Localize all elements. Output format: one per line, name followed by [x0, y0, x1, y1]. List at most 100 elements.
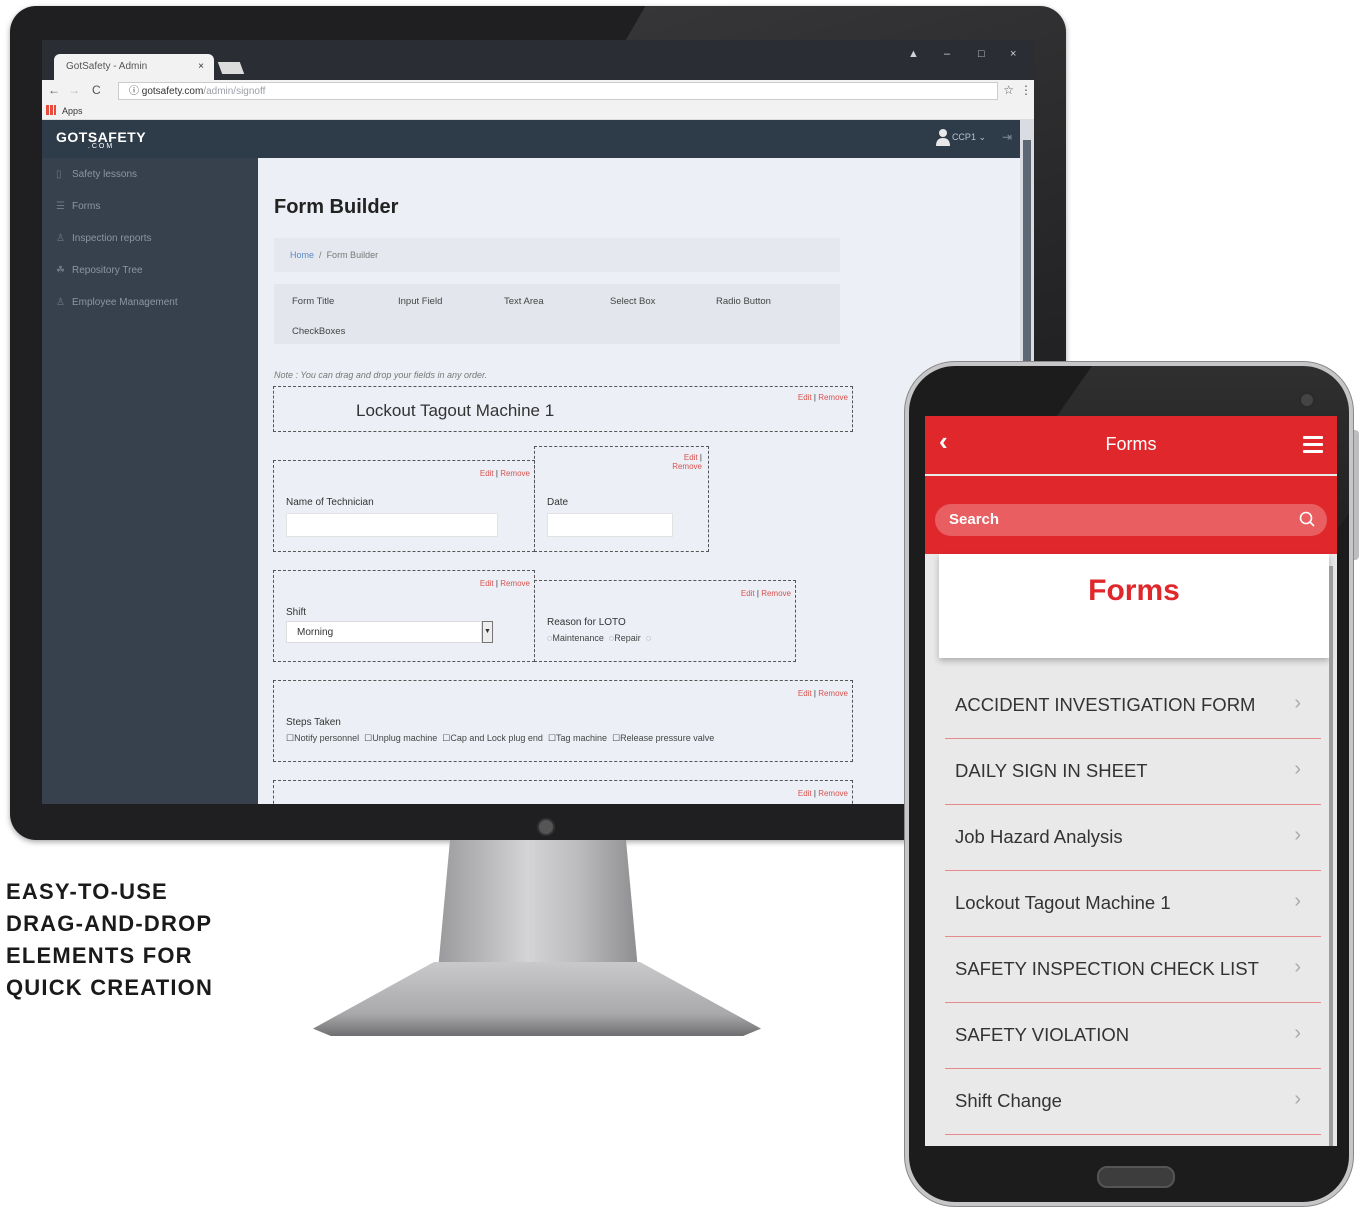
forward-icon[interactable]: →	[68, 83, 80, 97]
checkbox-release-valve[interactable]: ☐Release pressure valve	[612, 733, 714, 743]
next-field[interactable]: Edit | Remove	[273, 780, 853, 804]
list-item[interactable]: Shift Change ›	[945, 1068, 1321, 1135]
gotsafety-logo[interactable]: GOTSAFETY .COM	[56, 129, 146, 150]
technician-input[interactable]	[286, 513, 498, 537]
sidebar-item-repository-tree[interactable]: ☘ Repository Tree	[56, 265, 143, 276]
remove-link[interactable]: Remove	[818, 393, 848, 402]
field-actions: Edit | Remove	[740, 589, 791, 598]
edit-link[interactable]: Edit	[741, 589, 755, 598]
steps-field[interactable]: Edit | Remove Steps Taken ☐Notify person…	[273, 680, 853, 762]
list-item[interactable]: Lockout Tagout Machine 1 ›	[945, 870, 1321, 937]
remove-link[interactable]: Remove	[672, 462, 702, 471]
form-title-field[interactable]: Edit | Remove Lockout Tagout Machine 1	[273, 386, 853, 432]
remove-link[interactable]: Remove	[818, 789, 848, 798]
person-icon: ♙	[56, 233, 65, 244]
sidebar-item-safety-lessons[interactable]: ▯ Safety lessons	[56, 169, 137, 180]
mobile-phone: ‹ Forms Search Forms ACCIDENT INVESTIGAT…	[905, 362, 1353, 1206]
sidebar-item-label: Inspection reports	[72, 233, 152, 244]
checkbox-unplug-machine[interactable]: ☐Unplug machine	[364, 733, 437, 743]
remove-link[interactable]: Remove	[818, 689, 848, 698]
tool-radio-button[interactable]: Radio Button	[716, 296, 771, 307]
tool-input-field[interactable]: Input Field	[398, 296, 442, 307]
edit-link[interactable]: Edit	[684, 453, 698, 462]
remove-link[interactable]: Remove	[761, 589, 791, 598]
radio-repair[interactable]: ◌Repair	[609, 633, 641, 643]
app-header: GOTSAFETY .COM CCP1 ⌄ ⇥	[42, 120, 1020, 158]
new-tab-button[interactable]	[217, 62, 245, 74]
list-item[interactable]: SAFETY VIOLATION ›	[945, 1002, 1321, 1069]
list-item-label: Job Hazard Analysis	[955, 826, 1123, 847]
edit-link[interactable]: Edit	[798, 789, 812, 798]
tool-select-box[interactable]: Select Box	[610, 296, 655, 307]
minimize-icon[interactable]: –	[944, 48, 950, 60]
list-item[interactable]: DAILY SIGN IN SHEET ›	[945, 738, 1321, 805]
tool-checkboxes[interactable]: CheckBoxes	[292, 326, 345, 337]
phone-home-button[interactable]	[1097, 1166, 1175, 1188]
reason-label: Reason for LOTO	[547, 617, 626, 628]
apps-grid-icon	[46, 105, 56, 115]
checkbox-cap-lock[interactable]: ☐Cap and Lock plug end	[442, 733, 543, 743]
chevron-right-icon: ›	[1294, 1088, 1301, 1110]
shift-select[interactable]: Morning ▼	[286, 621, 493, 643]
checkbox-tag-machine[interactable]: ☐Tag machine	[548, 733, 607, 743]
tool-form-title[interactable]: Form Title	[292, 296, 334, 307]
remove-link[interactable]: Remove	[500, 579, 530, 588]
reason-field[interactable]: Edit | Remove Reason for LOTO ◌Maintenan…	[534, 580, 796, 662]
technician-field[interactable]: Edit | Remove Name of Technician	[273, 460, 535, 552]
monitor-screen: GotSafety - Admin × ▲ – □ × ← → C ⓘ gots…	[42, 40, 1034, 804]
apps-link[interactable]: Apps	[62, 106, 83, 116]
tool-text-area[interactable]: Text Area	[504, 296, 544, 307]
breadcrumb-home[interactable]: Home	[290, 250, 314, 260]
phone-scrollbar[interactable]	[1329, 566, 1333, 1146]
user-menu[interactable]: CCP1 ⌄	[952, 132, 986, 143]
phone-camera	[1299, 392, 1315, 408]
radio-maintenance[interactable]: ◌Maintenance	[547, 633, 604, 643]
browser-tab[interactable]: GotSafety - Admin ×	[54, 54, 214, 80]
select-arrow-icon[interactable]: ▼	[482, 621, 493, 643]
edit-link[interactable]: Edit	[480, 469, 494, 478]
phone-search-input[interactable]: Search	[935, 504, 1327, 536]
sidebar-item-employee-management[interactable]: ♙ Employee Management	[56, 297, 178, 308]
field-toolbox: Form Title Input Field Text Area Select …	[274, 284, 840, 344]
address-bar[interactable]: ⓘ gotsafety.com/admin/signoff	[118, 82, 998, 100]
user-profile-icon[interactable]: ▲	[908, 48, 919, 60]
feature-caption: EASY-TO-USE DRAG-AND-DROP ELEMENTS FOR Q…	[6, 876, 266, 1004]
list-item[interactable]: ACCIDENT INVESTIGATION FORM ›	[945, 672, 1321, 739]
book-icon: ▯	[56, 169, 62, 180]
menu-dots-icon[interactable]: ⋮	[1020, 83, 1032, 97]
logout-icon[interactable]: ⇥	[1002, 130, 1012, 144]
date-input[interactable]	[547, 513, 673, 537]
shift-field[interactable]: Edit | Remove Shift Morning ▼	[273, 570, 535, 662]
info-icon: ⓘ	[129, 86, 142, 97]
bookmark-star-icon[interactable]: ☆	[1003, 83, 1014, 97]
reload-icon[interactable]: C	[92, 83, 101, 97]
search-icon[interactable]	[1299, 504, 1315, 536]
list-item[interactable]: SAFETY INSPECTION CHECK LIST ›	[945, 936, 1321, 1003]
back-icon[interactable]: ←	[48, 83, 60, 97]
checkbox-label: Unplug machine	[372, 733, 438, 743]
close-tab-icon[interactable]: ×	[198, 54, 204, 80]
search-placeholder: Search	[949, 511, 1000, 528]
breadcrumb-current: Form Builder	[326, 250, 379, 260]
user-avatar-icon[interactable]	[936, 128, 950, 146]
edit-link[interactable]: Edit	[480, 579, 494, 588]
sidebar-item-forms[interactable]: ☰ Forms	[56, 201, 100, 212]
date-label: Date	[547, 497, 569, 508]
date-field[interactable]: Edit | Remove Date	[534, 446, 709, 552]
remove-link[interactable]: Remove	[500, 469, 530, 478]
checkbox-notify-personnel[interactable]: ☐Notify personnel	[286, 733, 359, 743]
radio-other[interactable]: ◌	[646, 633, 651, 643]
hamburger-menu-icon[interactable]	[1303, 436, 1323, 454]
list-item[interactable]: Job Hazard Analysis ›	[945, 804, 1321, 871]
chevron-right-icon: ›	[1294, 1022, 1301, 1044]
phone-search-bar: Search	[925, 476, 1337, 554]
list-item-label: ACCIDENT INVESTIGATION FORM	[955, 694, 1256, 715]
monitor-stand-neck	[438, 840, 638, 970]
sidebar-item-inspection-reports[interactable]: ♙ Inspection reports	[56, 233, 152, 244]
maximize-icon[interactable]: □	[978, 48, 985, 60]
close-window-icon[interactable]: ×	[1010, 48, 1016, 60]
edit-link[interactable]: Edit	[798, 689, 812, 698]
tab-title: GotSafety - Admin	[66, 61, 148, 72]
edit-link[interactable]: Edit	[798, 393, 812, 402]
checkbox-label: Cap and Lock plug end	[450, 733, 543, 743]
